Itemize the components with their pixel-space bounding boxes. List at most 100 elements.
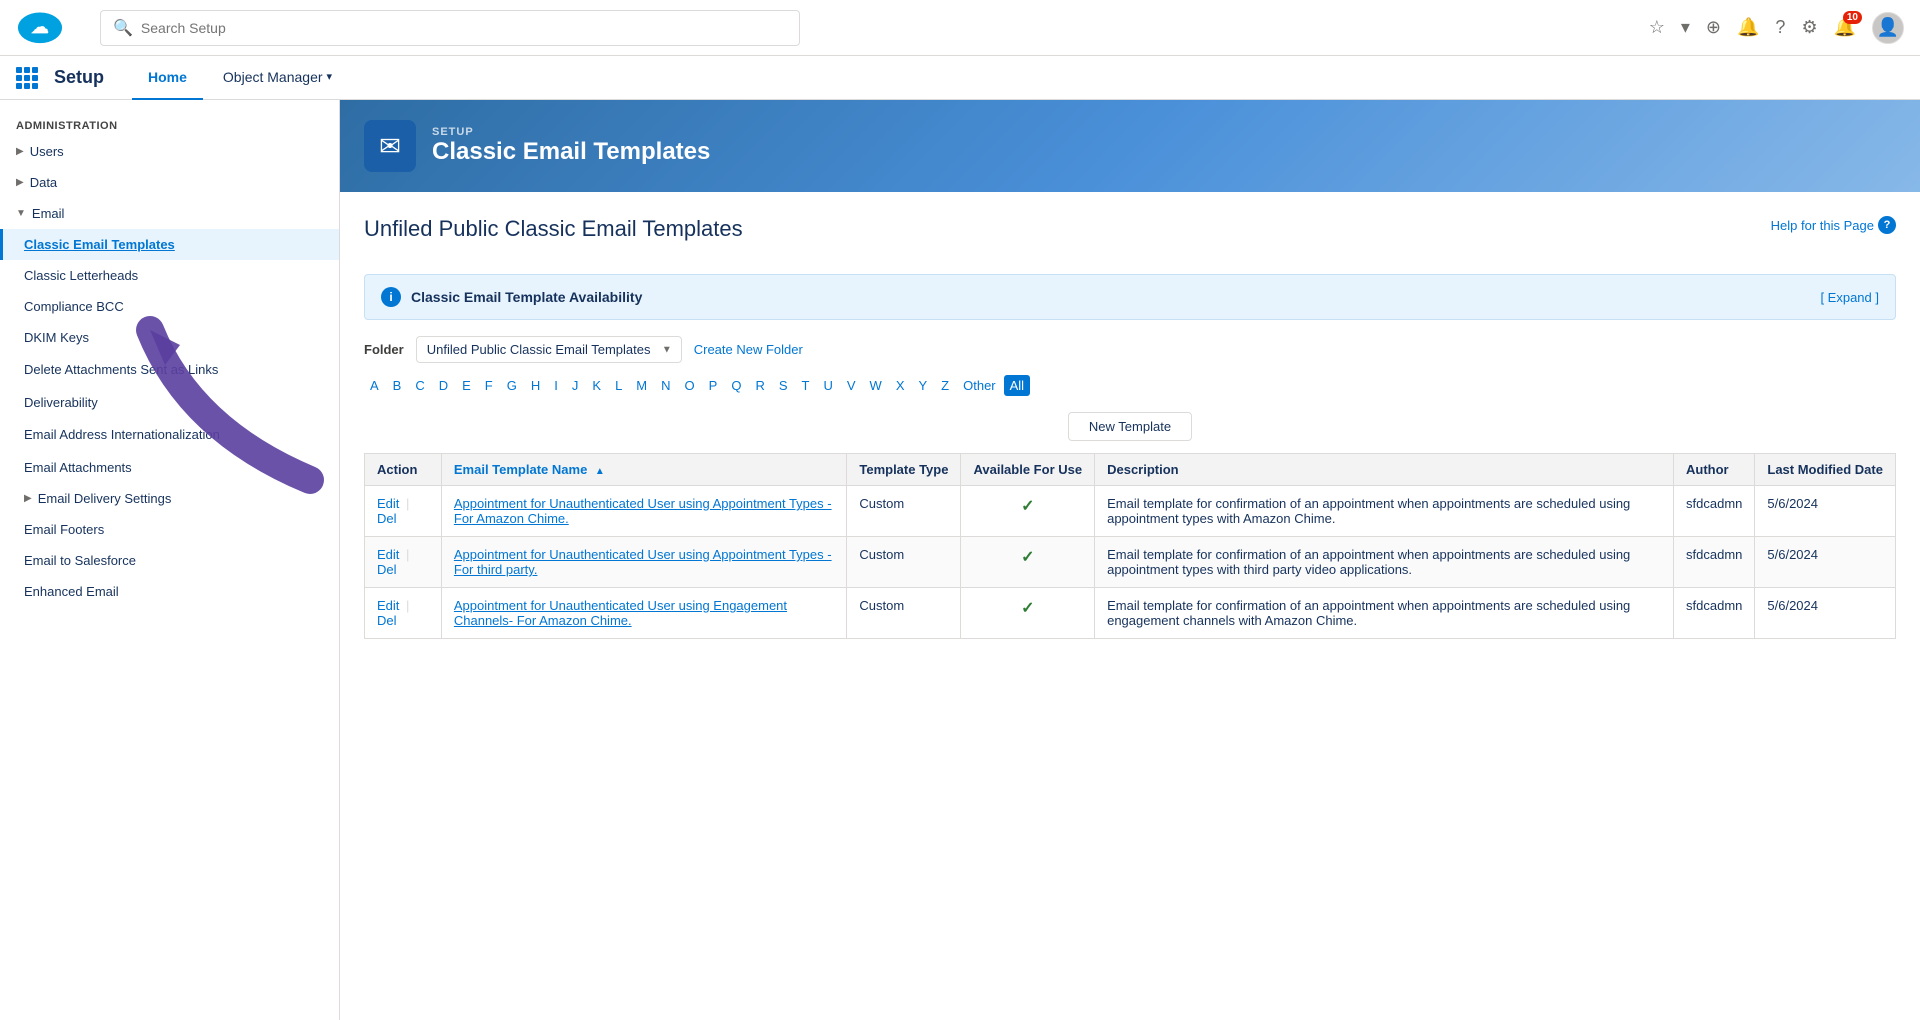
alpha-btn-all[interactable]: All (1004, 375, 1030, 396)
avatar[interactable]: 👤 (1872, 12, 1904, 44)
alpha-btn-A[interactable]: A (364, 375, 385, 396)
sidebar-item-email-address-intl[interactable]: Email Address Internationalization (0, 418, 339, 452)
alpha-btn-K[interactable]: K (586, 375, 607, 396)
alpha-btn-Y[interactable]: Y (912, 375, 933, 396)
alpha-btn-H[interactable]: H (525, 375, 546, 396)
alpha-btn-R[interactable]: R (749, 375, 770, 396)
row3-action-sep: | (406, 598, 409, 613)
sidebar-item-email-to-salesforce[interactable]: Email to Salesforce (0, 545, 339, 576)
col-template-name[interactable]: Email Template Name ▲ (441, 454, 846, 486)
alpha-btn-O[interactable]: O (679, 375, 701, 396)
alpha-btn-N[interactable]: N (655, 375, 676, 396)
row2-edit-link[interactable]: Edit (377, 547, 399, 562)
data-chevron-icon: ▶ (16, 177, 24, 188)
row2-del-link[interactable]: Del (377, 562, 397, 577)
app-launcher-button[interactable] (16, 67, 38, 89)
sidebar-item-email-attachments[interactable]: Email Attachments (0, 452, 339, 483)
sidebar-item-compliance-bcc[interactable]: Compliance BCC (0, 291, 339, 322)
enhanced-email-label: Enhanced Email (24, 584, 119, 599)
alpha-btn-X[interactable]: X (890, 375, 911, 396)
add-button[interactable]: ⊕ (1706, 17, 1721, 38)
alpha-btn-other[interactable]: Other (957, 375, 1002, 396)
row2-modified: 5/6/2024 (1755, 537, 1896, 588)
notifications-button[interactable]: 🔔 10 (1834, 17, 1856, 38)
sidebar-item-enhanced-email[interactable]: Enhanced Email (0, 576, 339, 607)
alpha-btn-E[interactable]: E (456, 375, 477, 396)
alpha-btn-B[interactable]: B (387, 375, 408, 396)
alpha-btn-U[interactable]: U (817, 375, 838, 396)
row3-del-link[interactable]: Del (377, 613, 397, 628)
alpha-btn-F[interactable]: F (479, 375, 499, 396)
row2-check-icon: ✓ (1021, 549, 1034, 566)
col-description: Description (1095, 454, 1674, 486)
svg-text:☁: ☁ (31, 16, 49, 37)
folder-row: Folder Unfiled Public Classic Email Temp… (364, 336, 1896, 363)
help-icon: ? (1878, 216, 1896, 234)
row1-template-link[interactable]: Appointment for Unauthenticated User usi… (454, 496, 832, 526)
alpha-btn-P[interactable]: P (703, 375, 724, 396)
help-button[interactable]: ? (1775, 17, 1785, 38)
row3-template-link[interactable]: Appointment for Unauthenticated User usi… (454, 598, 787, 628)
sidebar-item-email-delivery-settings[interactable]: ▶ Email Delivery Settings (0, 483, 339, 514)
content-title: Unfiled Public Classic Email Templates (364, 216, 1896, 242)
alpha-btn-T[interactable]: T (796, 375, 816, 396)
sidebar-item-delete-attachments[interactable]: Delete Attachments Sent as Links (0, 353, 339, 387)
users-chevron-icon: ▶ (16, 146, 24, 157)
row1-name: Appointment for Unauthenticated User usi… (441, 486, 846, 537)
sidebar-item-email[interactable]: ▼ Email (0, 198, 339, 229)
col-modified: Last Modified Date (1755, 454, 1896, 486)
create-new-folder-link[interactable]: Create New Folder (694, 342, 803, 357)
help-for-page-link[interactable]: Help for this Page ? (1771, 216, 1896, 234)
row1-del-link[interactable]: Del (377, 511, 397, 526)
page-header: ✉ SETUP Classic Email Templates (340, 100, 1920, 192)
email-icon: ✉ (379, 131, 401, 162)
favorites-button[interactable]: ☆ (1649, 17, 1665, 38)
row3-edit-link[interactable]: Edit (377, 598, 399, 613)
row1-edit-link[interactable]: Edit (377, 496, 399, 511)
deliverability-label: Deliverability (24, 395, 98, 410)
alpha-btn-Z[interactable]: Z (935, 375, 955, 396)
favorites-dropdown-button[interactable]: ▾ (1681, 17, 1690, 38)
row1-type: Custom (847, 486, 961, 537)
sidebar-item-classic-letterheads[interactable]: Classic Letterheads (0, 260, 339, 291)
folder-label: Folder (364, 342, 404, 357)
row1-action: Edit | Del (365, 486, 442, 537)
app-title: Setup (54, 67, 104, 88)
search-input[interactable] (141, 20, 787, 36)
row3-author: sfdcadmn (1674, 588, 1755, 639)
app-nav: Setup Home Object Manager ▾ (0, 56, 1920, 100)
sidebar-item-dkim-keys[interactable]: DKIM Keys (0, 322, 339, 353)
alpha-btn-G[interactable]: G (501, 375, 523, 396)
sidebar-item-email-footers[interactable]: Email Footers (0, 514, 339, 545)
alpha-btn-Q[interactable]: Q (725, 375, 747, 396)
alpha-btn-J[interactable]: J (566, 375, 585, 396)
expand-link[interactable]: [ Expand ] (1820, 290, 1879, 305)
alpha-btn-S[interactable]: S (773, 375, 794, 396)
alpha-btn-W[interactable]: W (864, 375, 888, 396)
alerts-button[interactable]: 🔔 (1737, 17, 1759, 38)
sidebar-item-deliverability[interactable]: Deliverability (0, 387, 339, 418)
row1-modified: 5/6/2024 (1755, 486, 1896, 537)
sidebar-item-classic-email-templates[interactable]: Classic Email Templates (0, 229, 339, 260)
tab-object-manager[interactable]: Object Manager ▾ (207, 56, 348, 100)
object-manager-chevron-icon: ▾ (327, 70, 333, 83)
settings-button[interactable]: ⚙ (1801, 17, 1817, 38)
tab-home[interactable]: Home (132, 56, 203, 100)
search-bar: 🔍 (100, 10, 800, 46)
alpha-btn-D[interactable]: D (433, 375, 454, 396)
info-section-label: Classic Email Template Availability (411, 289, 642, 305)
sidebar-item-data[interactable]: ▶ Data (0, 167, 339, 198)
help-link-label: Help for this Page (1771, 218, 1874, 233)
salesforce-logo[interactable]: ☁ (16, 11, 64, 45)
alpha-btn-I[interactable]: I (548, 375, 564, 396)
row2-template-link[interactable]: Appointment for Unauthenticated User usi… (454, 547, 832, 577)
alpha-btn-C[interactable]: C (409, 375, 430, 396)
sidebar-item-users[interactable]: ▶ Users (0, 136, 339, 167)
folder-select[interactable]: Unfiled Public Classic Email Templates (416, 336, 682, 363)
alpha-btn-M[interactable]: M (630, 375, 653, 396)
alpha-btn-L[interactable]: L (609, 375, 628, 396)
email-attachments-label: Email Attachments (24, 460, 132, 475)
row2-action: Edit | Del (365, 537, 442, 588)
alpha-btn-V[interactable]: V (841, 375, 862, 396)
new-template-button[interactable]: New Template (1068, 412, 1192, 441)
